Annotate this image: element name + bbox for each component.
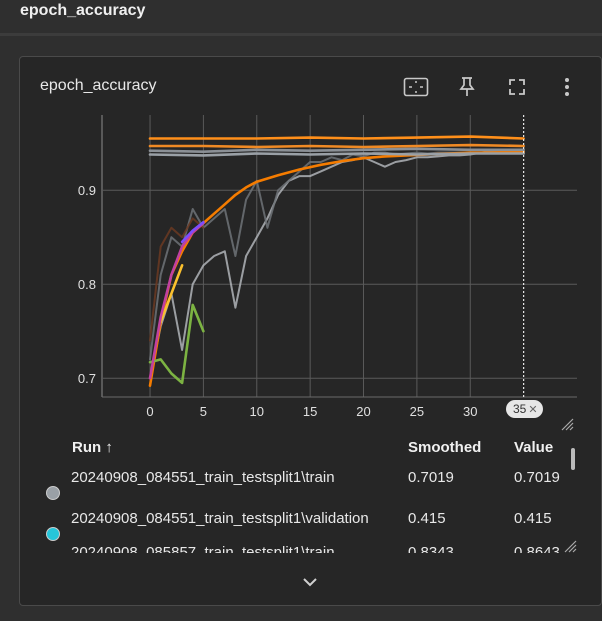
run-name: 20240908_084551_train_testsplit1\train	[71, 469, 335, 486]
x-tick-label: 0	[146, 404, 153, 419]
chevron-down-icon[interactable]	[298, 570, 322, 594]
run-column-header[interactable]: Run ↑	[72, 439, 113, 456]
raw-value: 0.7019	[514, 469, 560, 486]
x-tick-label: 15	[303, 404, 317, 419]
line-chart[interactable]: 0 5 10 15 20 25 30 0.7 0.8 0.9	[20, 113, 602, 438]
smoothed-column-header[interactable]: Smoothed	[408, 439, 481, 456]
card-title: epoch_accuracy	[40, 77, 157, 94]
fit-to-data-icon[interactable]	[402, 73, 430, 101]
run-color-dot	[46, 486, 60, 500]
close-icon[interactable]: ✕	[528, 404, 537, 416]
scalar-card: epoch_accuracy 0 5 10 15 20 25 30 0.7 0.8 0.9 35 ✕…	[19, 56, 602, 606]
run-table: 20240908_084551_train_testsplit1\train 0…	[20, 457, 602, 553]
page-title: epoch_accuracy	[20, 2, 146, 19]
pin-icon[interactable]	[453, 73, 481, 101]
series-line	[148, 147, 525, 153]
run-name: 20240908_084551_train_testsplit1\validat…	[71, 510, 369, 527]
more-vert-icon[interactable]	[553, 73, 581, 101]
raw-value: 0.8643	[514, 544, 560, 553]
series-line	[149, 149, 525, 380]
x-tick-label: 20	[356, 404, 370, 419]
run-name: 20240908_085857_train_testsplit1\train	[71, 544, 335, 553]
series-line	[149, 151, 525, 361]
series-line	[148, 135, 525, 140]
y-tick-label: 0.8	[78, 277, 96, 292]
run-color-dot	[46, 527, 60, 541]
x-tick-label: 5	[200, 404, 207, 419]
x-tick-label: 30	[463, 404, 477, 419]
y-tick-label: 0.9	[78, 183, 96, 198]
fullscreen-icon[interactable]	[503, 73, 531, 101]
step-cursor-badge[interactable]: 35 ✕	[506, 400, 543, 418]
smoothed-value: 0.8343	[408, 544, 454, 553]
raw-value: 0.415	[514, 510, 552, 527]
y-tick-label: 0.7	[78, 371, 96, 386]
header-divider	[0, 33, 602, 36]
step-cursor-value: 35	[513, 402, 527, 416]
table-resize-handle-icon[interactable]	[563, 539, 577, 553]
series-line	[148, 143, 525, 149]
x-tick-label: 25	[410, 404, 424, 419]
chart-resize-handle-icon[interactable]	[560, 417, 574, 431]
smoothed-value: 0.7019	[408, 469, 454, 486]
smoothed-value: 0.415	[408, 510, 446, 527]
series-line	[148, 150, 525, 387]
chart-area[interactable]: 0 5 10 15 20 25 30 0.7 0.8 0.9	[20, 113, 602, 438]
value-column-header[interactable]: Value	[514, 439, 553, 456]
x-tick-label: 10	[250, 404, 264, 419]
